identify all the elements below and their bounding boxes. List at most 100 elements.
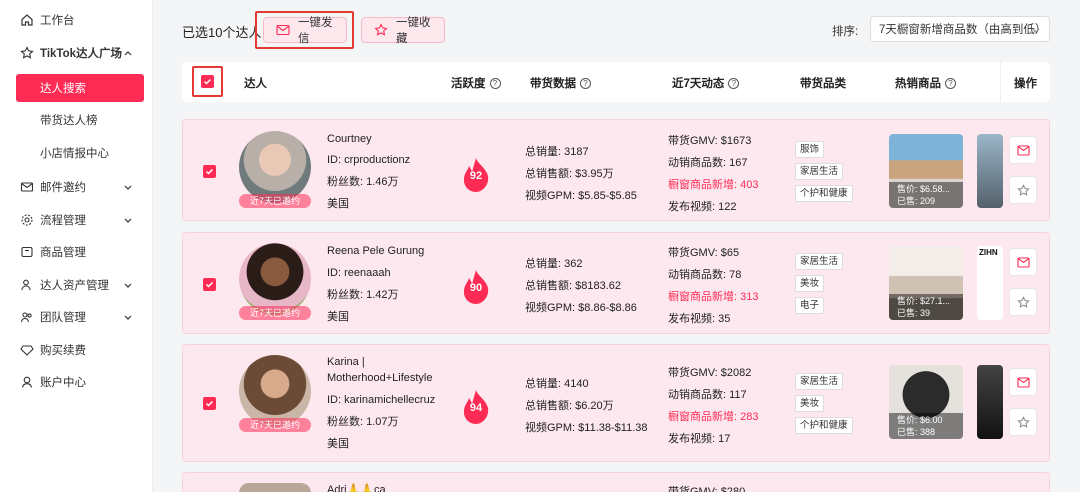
category-tag: 家居生活 xyxy=(795,373,844,390)
activity-score: 92 xyxy=(469,170,483,182)
star-icon xyxy=(374,23,388,37)
table-header: 达人 活跃度? 带货数据? 近7天动态? 带货品类 热销商品? 操作 xyxy=(182,62,1050,102)
new-window-products: 橱窗商品新增: 313 xyxy=(668,291,759,303)
avatar[interactable] xyxy=(239,483,311,492)
chevron-down-icon xyxy=(124,315,132,320)
mail-icon xyxy=(1016,144,1030,156)
bulk-send-label: 一键发信 xyxy=(298,17,333,45)
row-checkbox[interactable] xyxy=(203,397,216,410)
creator-name[interactable]: Karina | xyxy=(327,355,365,369)
product-thumbnail[interactable]: 售价: $6.00 已售: 388 xyxy=(889,365,963,439)
gmv: 带货GMV: $280 xyxy=(668,486,746,492)
category-tag: 家居生活 xyxy=(795,163,844,180)
sidebar-item-team[interactable]: 团队管理 xyxy=(0,303,153,331)
videos-posted: 发布视频: 122 xyxy=(668,201,737,213)
sidebar-item-account[interactable]: 账户中心 xyxy=(0,368,153,396)
select-all-checkbox[interactable] xyxy=(201,75,214,88)
chevron-down-icon xyxy=(1032,28,1040,33)
gmv: 带货GMV: $65 xyxy=(668,247,740,259)
send-mail-button[interactable] xyxy=(1009,368,1037,396)
creator-name[interactable]: Courtney xyxy=(327,132,372,146)
product-info: 售价: $6.58... 已售: 209 xyxy=(889,182,963,208)
help-icon[interactable]: ? xyxy=(945,77,956,89)
star-icon xyxy=(20,46,34,60)
total-sales: 总销量: 362 xyxy=(525,258,583,270)
send-mail-button[interactable] xyxy=(1009,248,1037,276)
creator-name[interactable]: Adri🙏🙏ca xyxy=(327,483,386,492)
sold-products: 动销商品数: 117 xyxy=(668,389,747,401)
mail-icon xyxy=(276,23,290,37)
creator-country: 美国 xyxy=(327,198,349,210)
account-icon xyxy=(20,375,34,389)
help-icon[interactable]: ? xyxy=(489,77,501,89)
product-thumbnail[interactable] xyxy=(977,365,1003,439)
bulk-send-button[interactable]: 一键发信 xyxy=(263,17,347,45)
sidebar-item-workbench[interactable]: 工作台 xyxy=(0,6,153,34)
sidebar-item-creator-ranking[interactable]: 带货达人榜 xyxy=(0,106,153,134)
sort-label: 排序: xyxy=(832,26,859,38)
creator-fans: 粉丝数: 1.07万 xyxy=(327,416,399,428)
collect-button[interactable] xyxy=(1009,176,1037,204)
total-sales: 总销量: 3187 xyxy=(525,146,589,158)
sidebar-item-purchase[interactable]: 购买续费 xyxy=(0,336,153,364)
gmv: 带货GMV: $2082 xyxy=(668,367,752,379)
table-row[interactable]: Adri🙏🙏ca 带货GMV: $280 xyxy=(182,472,1050,492)
avatar[interactable] xyxy=(239,355,311,427)
product-thumbnail[interactable]: 售价: $6.58... 已售: 209 xyxy=(889,134,963,208)
sidebar-item-label: 工作台 xyxy=(40,15,75,27)
box-icon xyxy=(20,245,34,259)
new-window-products: 橱窗商品新增: 283 xyxy=(668,411,759,423)
product-info: 售价: $6.00 已售: 388 xyxy=(889,413,963,439)
sidebar-item-tiktok-square[interactable]: TikTok达人广场 xyxy=(0,39,153,67)
product-info: 售价: $27.1... 已售: 39 xyxy=(889,294,963,320)
video-gpm: 视频GPM: $5.85-$5.85 xyxy=(525,190,637,202)
star-icon xyxy=(1016,415,1030,428)
chevron-down-icon xyxy=(124,283,132,288)
sidebar-item-label: TikTok达人广场 xyxy=(40,48,122,60)
sidebar-item-shop-intel[interactable]: 小店情报中心 xyxy=(0,139,153,167)
sidebar-item-label: 账户中心 xyxy=(40,377,86,389)
chevron-up-icon xyxy=(124,51,132,56)
creator-name-line2[interactable]: Motherhood+Lifestyle xyxy=(327,371,432,385)
home-icon xyxy=(20,13,34,27)
table-row[interactable]: 近7天已邀约 Karina | Motherhood+Lifestyle ID:… xyxy=(182,344,1050,462)
collect-button[interactable] xyxy=(1009,408,1037,436)
product-thumbnail[interactable] xyxy=(977,134,1003,208)
sidebar-item-process[interactable]: 流程管理 xyxy=(0,206,153,234)
videos-posted: 发布视频: 35 xyxy=(668,313,731,325)
sidebar-item-label: 小店情报中心 xyxy=(40,148,109,160)
video-gpm: 视频GPM: $8.86-$8.86 xyxy=(525,302,637,314)
collect-button[interactable] xyxy=(1009,288,1037,316)
avatar[interactable] xyxy=(239,131,311,203)
product-thumbnail[interactable]: 售价: $27.1... 已售: 39 xyxy=(889,246,963,320)
sidebar-item-label: 团队管理 xyxy=(40,312,86,324)
sort-select[interactable]: 7天橱窗新增商品数（由高到低） xyxy=(870,16,1050,42)
category-tag: 个护和健康 xyxy=(795,185,853,202)
row-checkbox[interactable] xyxy=(203,165,216,178)
total-revenue: 总销售额: $3.95万 xyxy=(525,168,614,180)
sidebar-item-label: 商品管理 xyxy=(40,247,86,259)
sidebar-item-email-invite[interactable]: 邮件邀约 xyxy=(0,173,153,201)
help-icon[interactable]: ? xyxy=(580,77,591,89)
sold-products: 动销商品数: 167 xyxy=(668,157,748,169)
avatar[interactable] xyxy=(239,243,311,315)
table-row[interactable]: 近7天已邀约 Courtney ID: crproductionz 粉丝数: 1… xyxy=(182,119,1050,221)
column-divider xyxy=(1000,62,1001,102)
sidebar-item-assets[interactable]: 达人资产管理 xyxy=(0,271,153,299)
sort-value: 7天橱窗新增商品数（由高到低） xyxy=(879,24,1047,36)
diamond-icon xyxy=(20,343,34,357)
table-row[interactable]: 近7天已邀约 Reena Pele Gurung ID: reenaaah 粉丝… xyxy=(182,232,1050,334)
bulk-collect-button[interactable]: 一键收藏 xyxy=(361,17,445,45)
product-thumbnail[interactable]: ZIHN xyxy=(977,246,1003,320)
sidebar-item-products[interactable]: 商品管理 xyxy=(0,238,153,266)
sidebar-item-creator-search[interactable]: 达人搜索 xyxy=(16,74,144,102)
send-mail-button[interactable] xyxy=(1009,136,1037,164)
creator-name[interactable]: Reena Pele Gurung xyxy=(327,244,424,258)
row-checkbox[interactable] xyxy=(203,278,216,291)
video-gpm: 视频GPM: $11.38-$11.38 xyxy=(525,422,648,434)
gmv: 带货GMV: $1673 xyxy=(668,135,752,147)
help-icon[interactable]: ? xyxy=(728,77,740,89)
header-sales-data: 带货数据? xyxy=(530,75,591,91)
header-hot-products: 热销商品? xyxy=(895,75,956,91)
sidebar-item-label: 带货达人榜 xyxy=(40,115,98,127)
